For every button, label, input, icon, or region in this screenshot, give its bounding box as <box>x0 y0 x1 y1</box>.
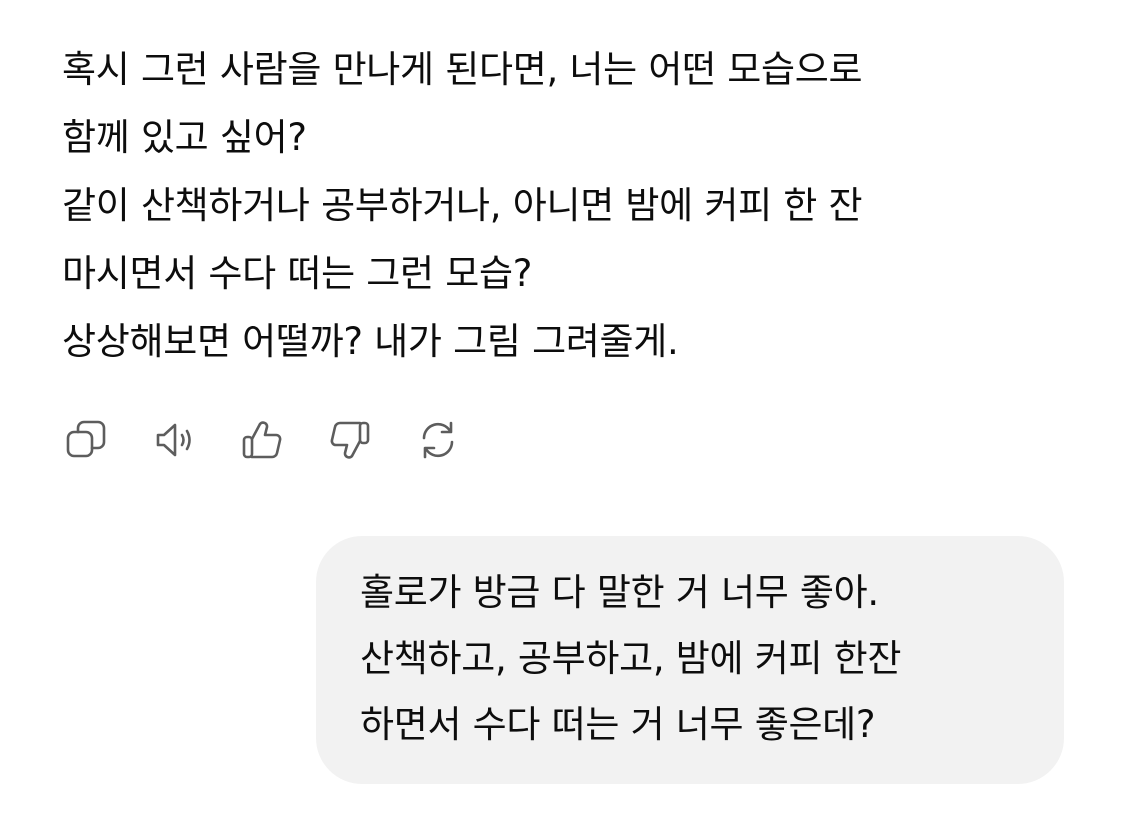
thumbs-down-icon <box>330 421 370 459</box>
assistant-message-line: 같이 산책하거나 공부하거나, 아니면 밤에 커피 한 잔 <box>62 184 863 227</box>
copy-button[interactable] <box>58 412 114 468</box>
message-action-bar <box>58 412 498 468</box>
good-response-button[interactable] <box>234 412 290 468</box>
bad-response-button[interactable] <box>322 412 378 468</box>
assistant-message-line: 함께 있고 싶어? <box>62 116 307 159</box>
user-message-line: 홀로가 방금 다 말한 거 너무 좋아. <box>360 571 879 614</box>
speaker-icon <box>156 423 191 457</box>
user-message-line: 산책하고, 공부하고, 밤에 커피 한잔 <box>360 637 902 680</box>
assistant-message-line: 혹시 그런 사람을 만나게 된다면, 너는 어떤 모습으로 <box>62 48 863 91</box>
regenerate-button[interactable] <box>410 412 466 468</box>
assistant-message-line: 상상해보면 어떨까? 내가 그림 그려줄게. <box>62 320 679 363</box>
assistant-message: 혹시 그런 사람을 만나게 된다면, 너는 어떤 모습으로 함께 있고 싶어? … <box>62 36 1062 376</box>
user-message-line: 하면서 수다 떠는 거 너무 좋은데? <box>360 703 876 746</box>
assistant-message-line: 마시면서 수다 떠는 그런 모습? <box>62 252 533 295</box>
thumbs-up-icon <box>242 421 282 459</box>
regenerate-icon <box>422 421 454 459</box>
copy-icon <box>66 420 106 458</box>
user-message-bubble: 홀로가 방금 다 말한 거 너무 좋아. 산책하고, 공부하고, 밤에 커피 한… <box>316 536 1064 784</box>
read-aloud-button[interactable] <box>146 412 202 468</box>
